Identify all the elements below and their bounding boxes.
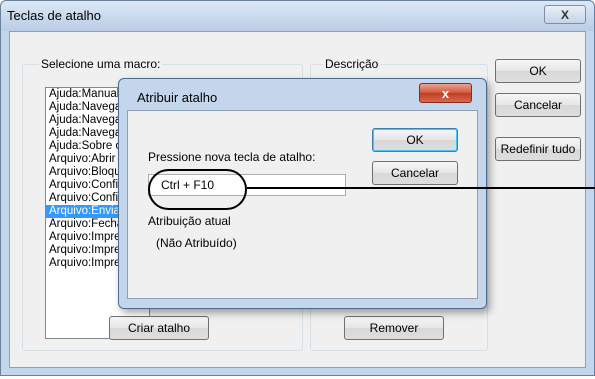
create-shortcut-button[interactable]: Criar atalho bbox=[109, 316, 209, 340]
dialog-title: Atribuir atalho bbox=[137, 90, 218, 105]
close-icon: x bbox=[441, 85, 450, 101]
window-title: Teclas de atalho bbox=[7, 8, 101, 23]
macro-group-label: Selecione uma macro: bbox=[39, 57, 163, 71]
current-assignment-label: Atribuição atual bbox=[148, 214, 231, 228]
callout-pointer-line bbox=[247, 187, 595, 189]
window-titlebar[interactable]: Teclas de atalho X bbox=[1, 1, 594, 31]
shortcut-prompt-label: Pressione nova tecla de atalho: bbox=[148, 150, 316, 164]
close-icon: X bbox=[560, 7, 569, 22]
callout-highlight bbox=[148, 169, 247, 210]
remove-button[interactable]: Remover bbox=[344, 316, 444, 340]
dialog-ok-button[interactable]: OK bbox=[372, 128, 458, 152]
cancel-button[interactable]: Cancelar bbox=[495, 93, 581, 117]
reset-all-button[interactable]: Redefinir tudo bbox=[495, 137, 581, 161]
dialog-cancel-button[interactable]: Cancelar bbox=[372, 161, 458, 185]
description-group-label: Descrição bbox=[323, 57, 381, 71]
dialog-close-button[interactable]: x bbox=[419, 83, 472, 103]
current-assignment-value: (Não Atribuído) bbox=[156, 236, 237, 250]
ok-button[interactable]: OK bbox=[495, 59, 581, 83]
window-close-button[interactable]: X bbox=[544, 5, 586, 24]
